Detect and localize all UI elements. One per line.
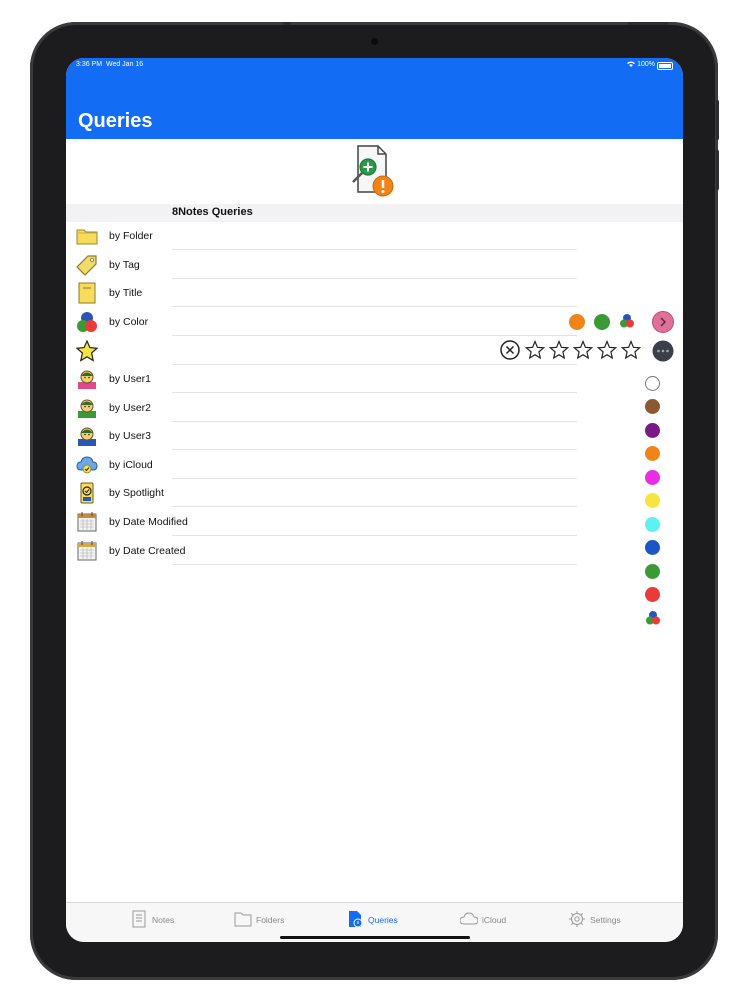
folder-icon [234,912,252,927]
palette-purple[interactable] [645,423,660,438]
volume-up-button [716,100,719,140]
star-icon [76,340,98,362]
separator [172,306,577,307]
row-label: by User1 [109,373,152,385]
volume-down-button [716,150,719,190]
tab-notes[interactable]: Notes [114,903,224,942]
cloud-icon [460,912,478,925]
gear-icon [569,911,585,927]
row-label: by Title [109,287,143,299]
row-label: by Date Created [109,545,186,557]
status-time: 3:36 PM [76,61,103,68]
queries-icon [349,911,363,928]
tab-label: iCloud [482,915,507,925]
separator [172,535,577,536]
tab-settings[interactable]: Settings [552,903,662,942]
icloud-icon [76,456,98,474]
tab-label: Folders [256,915,285,925]
user2-icon [78,399,96,418]
row-label: by iCloud [109,459,153,471]
row-by-title[interactable]: by Title [66,279,683,307]
separator [172,249,577,250]
page-title: Queries [78,110,153,132]
selected-color-multi[interactable] [619,313,635,329]
clear-x-icon[interactable] [500,340,520,360]
note-icon [78,282,96,304]
palette-brown[interactable] [645,399,660,414]
add-query-icon[interactable] [348,144,398,202]
battery-percent: 100% [637,61,655,68]
power-button [628,22,668,25]
rating-star-3[interactable] [573,340,593,360]
calendar-icon [77,512,97,532]
palette-white[interactable] [645,376,660,391]
more-icon[interactable] [652,340,674,362]
row-label: by Folder [109,230,153,242]
row-label: by User2 [109,402,152,414]
calendar-icon [77,541,97,561]
row-by-tag[interactable]: by Tag [66,251,683,279]
row-by-color[interactable]: by Color [66,308,683,336]
row-by-user1[interactable]: by User1 [66,365,683,393]
rating-star-2[interactable] [549,340,569,360]
selected-color-orange[interactable] [569,314,585,330]
row-by-date-modified[interactable]: by Date Modified [66,508,683,536]
separator [172,449,577,450]
palette-yellow[interactable] [645,493,660,508]
palette-magenta[interactable] [645,470,660,485]
row-by-date-created[interactable]: by Date Created [66,537,683,565]
separator [172,392,577,393]
tab-label: Queries [368,915,398,925]
palette-green[interactable] [645,564,660,579]
rating-star-1[interactable] [525,340,545,360]
home-indicator[interactable] [280,936,470,939]
row-label: by User3 [109,430,152,442]
separator [172,564,577,565]
battery-icon [657,62,673,70]
separator [172,335,577,336]
spotlight-icon [80,482,94,504]
chevron-right-icon[interactable] [652,311,674,333]
rating-star-5[interactable] [621,340,641,360]
palette-multi[interactable] [645,610,661,626]
row-by-icloud[interactable]: by iCloud [66,451,683,479]
row-by-user3[interactable]: by User3 [66,422,683,450]
top-button [283,22,291,25]
section-title: 8Notes Queries [172,206,253,218]
palette-orange[interactable] [645,446,660,461]
tab-label: Notes [152,915,175,925]
color-circles-icon [77,312,97,332]
palette-cyan[interactable] [645,517,660,532]
rating-star-4[interactable] [597,340,617,360]
notes-icon [132,910,146,928]
user3-icon [78,427,96,446]
tag-icon [76,255,97,276]
row-by-user2[interactable]: by User2 [66,394,683,422]
status-date: Wed Jan 16 [105,61,144,68]
folder-icon [76,229,98,245]
row-label: by Date Modified [109,516,188,528]
row-label: by Tag [109,259,140,271]
row-by-spotlight[interactable]: by Spotlight [66,479,683,507]
row-label: by Color [109,316,149,328]
palette-red[interactable] [645,587,660,602]
section-header: 8Notes Queries [66,204,683,222]
wifi-icon [627,61,635,67]
navigation-bar: 3:36 PM Wed Jan 16 100% Queries [66,58,683,139]
selected-color-green[interactable] [594,314,610,330]
separator [172,506,577,507]
screen: 3:36 PM Wed Jan 16 100% Queries 8Notes Q… [66,58,683,942]
tab-label: Settings [590,915,621,925]
palette-blue[interactable] [645,540,660,555]
row-label: by Spotlight [109,487,164,499]
camera [371,38,378,45]
row-by-folder[interactable]: by Folder [66,222,683,250]
user1-icon [78,370,96,389]
